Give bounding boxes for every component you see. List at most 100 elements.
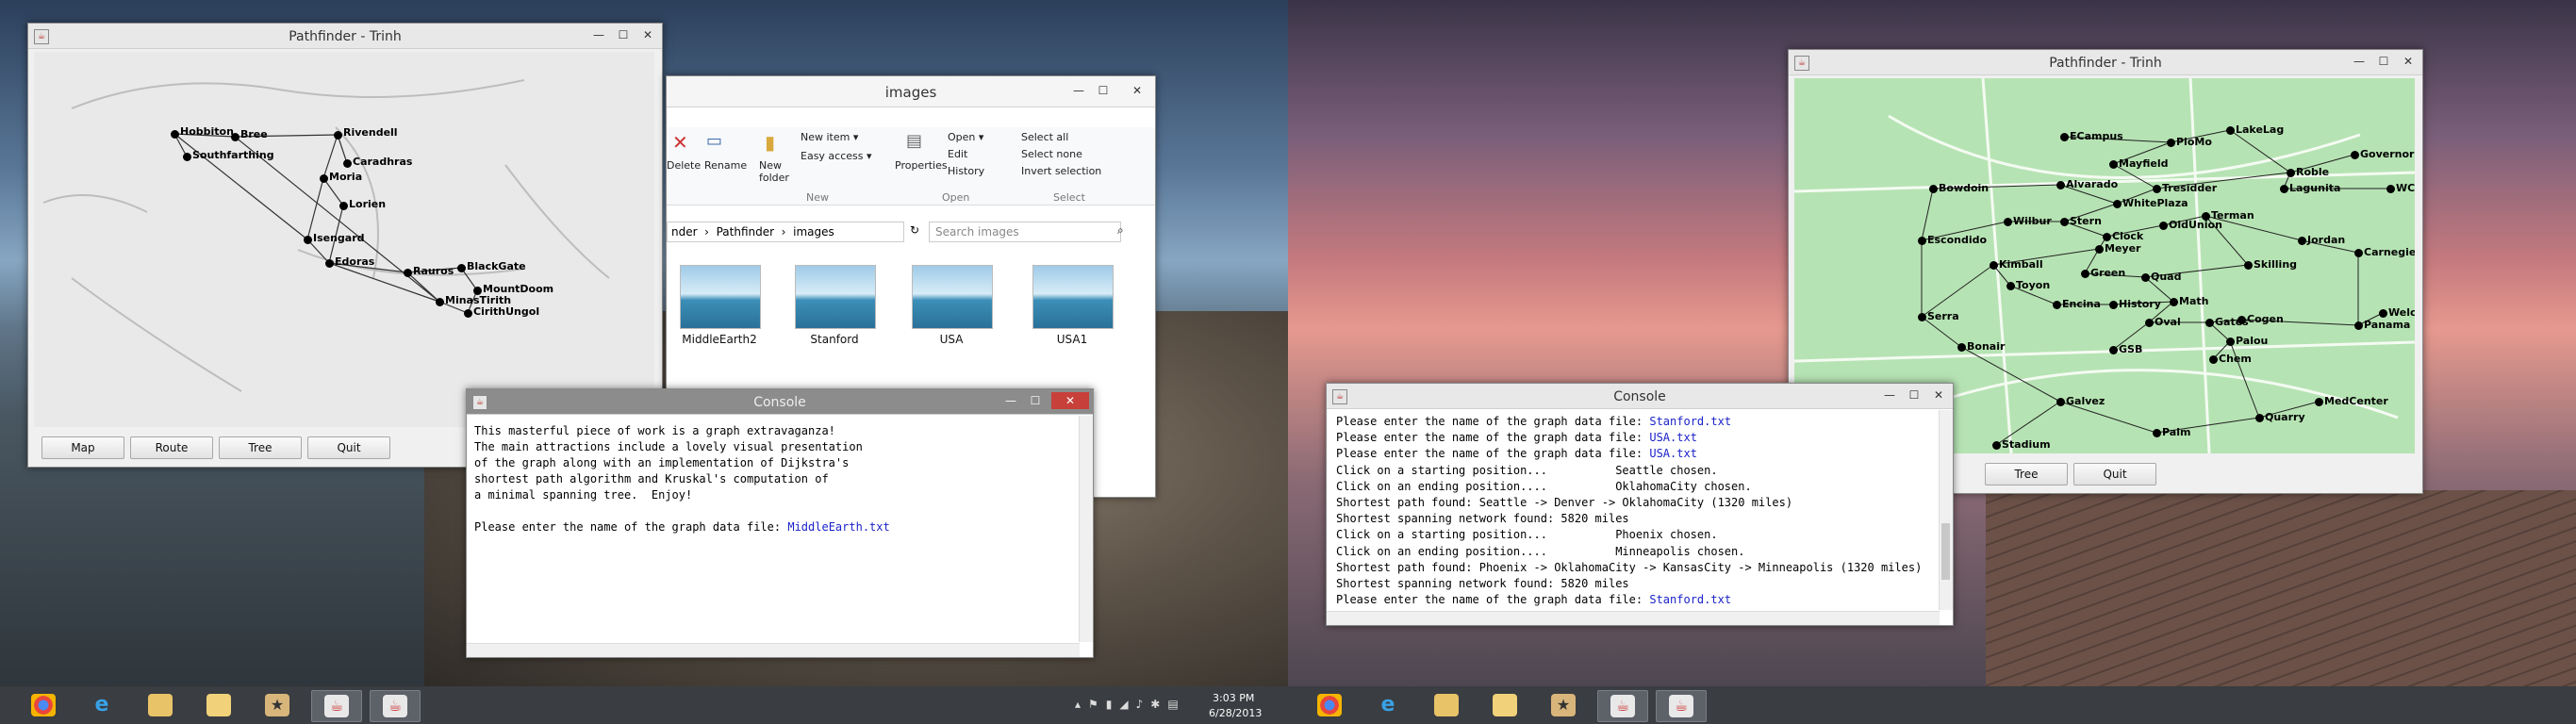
map-node[interactable] (2354, 321, 2363, 330)
taskbar-java2[interactable]: ☕ (370, 690, 421, 722)
map-node[interactable] (2205, 319, 2214, 327)
map-node[interactable] (2379, 309, 2387, 318)
tree-button[interactable]: Tree (219, 436, 302, 459)
close-button[interactable]: ✕ (1926, 387, 1951, 403)
map-node[interactable] (2006, 282, 2015, 290)
easy-access-button[interactable]: Easy access ▾ (801, 150, 872, 162)
minimize-button[interactable]: — (1066, 82, 1091, 99)
map-node[interactable] (2153, 429, 2161, 437)
horizontal-scrollbar[interactable] (1327, 611, 1940, 625)
map-node[interactable] (2053, 301, 2061, 309)
taskbar-ie[interactable]: e (77, 690, 126, 720)
map-node[interactable] (2056, 398, 2065, 406)
taskbar-chrome[interactable] (19, 690, 68, 720)
map-node[interactable] (1929, 185, 1938, 193)
tray-icons[interactable]: ▴⚑▮◢♪✱▤ (1075, 698, 1186, 711)
map-node[interactable] (1990, 261, 1998, 270)
map-node[interactable] (2103, 233, 2111, 241)
map-node[interactable] (2109, 346, 2118, 354)
search-icon[interactable]: ⌕ (1117, 223, 1124, 238)
clock-date[interactable]: 6/28/2013 (1209, 707, 1262, 719)
map-node[interactable] (2255, 414, 2264, 422)
map-node[interactable] (2170, 298, 2178, 306)
rename-button[interactable]: Rename (704, 159, 747, 172)
tree-button[interactable]: Tree (1985, 463, 2068, 485)
open-button[interactable]: Open ▾ (948, 131, 983, 143)
breadcrumb[interactable]: nder › Pathfinder › images (667, 222, 904, 242)
map-node[interactable] (2202, 212, 2210, 221)
map-node[interactable] (2280, 185, 2288, 193)
maximize-button[interactable]: ☐ (1023, 392, 1048, 409)
map-node[interactable] (2209, 355, 2218, 364)
route-button[interactable]: Route (130, 436, 213, 459)
taskbar-java2[interactable]: ☕ (1656, 690, 1707, 722)
minimize-button[interactable]: — (999, 392, 1023, 409)
maximize-button[interactable]: ☐ (611, 26, 636, 43)
search-input[interactable]: Search images (929, 222, 1121, 242)
map-node[interactable] (2226, 126, 2235, 135)
refresh-icon[interactable]: ↻ (910, 223, 919, 237)
vertical-scrollbar[interactable] (1079, 416, 1093, 642)
map-node[interactable] (2081, 270, 2089, 278)
history-button[interactable]: History (948, 165, 984, 177)
map-node[interactable] (2386, 185, 2395, 193)
quit-button[interactable]: Quit (2073, 463, 2156, 485)
taskbar-ie[interactable]: e (1363, 690, 1412, 720)
file-item[interactable] (795, 265, 876, 329)
maximize-button[interactable]: ☐ (1091, 82, 1115, 99)
taskbar-photos[interactable]: ★ (253, 690, 302, 720)
map-node[interactable] (2153, 185, 2161, 193)
map-node[interactable] (2315, 398, 2323, 406)
map-node[interactable] (2145, 319, 2154, 327)
map-node[interactable] (2109, 160, 2118, 169)
new-item-button[interactable]: New item ▾ (801, 131, 858, 143)
close-button[interactable]: ✕ (636, 26, 660, 43)
edit-button[interactable]: Edit (948, 148, 967, 160)
close-button[interactable]: ✕ (1051, 392, 1089, 409)
taskbar-explorer[interactable] (1422, 690, 1471, 720)
map-node[interactable] (2004, 218, 2012, 226)
map-node[interactable] (2298, 237, 2306, 245)
map-canvas[interactable]: Hobbiton Bree Rivendell Southfarthing Ca… (34, 52, 654, 427)
taskbar-java1[interactable]: ☕ (311, 690, 362, 722)
console-input-value[interactable]: MiddleEarth.txt (787, 520, 889, 534)
new-folder-button[interactable]: New folder (759, 159, 789, 184)
map-node[interactable] (2095, 245, 2104, 254)
map-node[interactable] (2113, 200, 2122, 208)
map-node[interactable] (2141, 273, 2150, 282)
map-node[interactable] (2167, 139, 2175, 147)
minimize-button[interactable]: — (1877, 387, 1902, 403)
clock-time[interactable]: 3:03 PM (1213, 692, 1254, 704)
map-button[interactable]: Map (41, 436, 124, 459)
map-node[interactable] (1918, 313, 1926, 321)
horizontal-scrollbar[interactable] (467, 643, 1080, 657)
invert-selection-button[interactable]: Invert selection (1021, 165, 1101, 177)
minimize-button[interactable]: — (586, 26, 611, 43)
maximize-button[interactable]: ☐ (2371, 53, 2396, 70)
quit-button[interactable]: Quit (307, 436, 390, 459)
file-item[interactable] (912, 265, 993, 329)
taskbar-chrome[interactable] (1305, 690, 1354, 720)
taskbar-folder[interactable] (194, 690, 243, 720)
taskbar-photos[interactable]: ★ (1539, 690, 1588, 720)
map-node[interactable] (2287, 169, 2295, 177)
file-item[interactable] (1032, 265, 1114, 329)
minimize-button[interactable]: — (2347, 53, 2371, 70)
map-node[interactable] (1992, 441, 2001, 450)
map-node[interactable] (1918, 237, 1926, 245)
close-button[interactable]: ✕ (2396, 53, 2420, 70)
map-node[interactable] (2056, 181, 2065, 189)
map-node[interactable] (2354, 249, 2363, 257)
file-item[interactable] (680, 265, 761, 329)
map-node[interactable] (2060, 133, 2069, 141)
maximize-button[interactable]: ☐ (1902, 387, 1926, 403)
map-node[interactable] (2226, 337, 2235, 346)
map-node[interactable] (2109, 301, 2118, 309)
vertical-scrollbar[interactable] (1939, 410, 1953, 610)
map-node[interactable] (1957, 343, 1966, 352)
close-button[interactable]: ✕ (1125, 82, 1149, 99)
properties-button[interactable]: Properties (895, 159, 948, 172)
delete-button[interactable]: Delete (667, 159, 701, 172)
taskbar-java1[interactable]: ☕ (1597, 690, 1648, 722)
map-node[interactable] (2244, 261, 2253, 270)
